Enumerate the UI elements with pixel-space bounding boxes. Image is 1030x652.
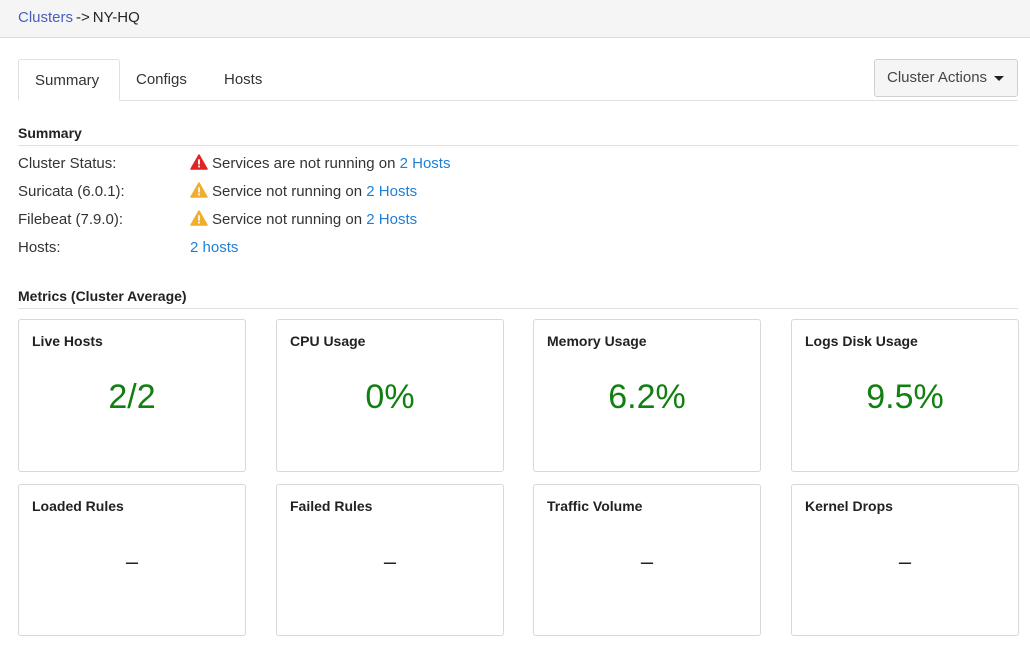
tab-summary[interactable]: Summary [18,59,120,101]
warning-triangle-icon [190,182,208,198]
tab-hosts[interactable]: Hosts [208,59,288,101]
metric-card-loaded-rules: Loaded Rules – [18,484,246,636]
metric-card-value: 9.5% [866,378,944,416]
suricata-hosts-link[interactable]: 2 Hosts [366,183,417,200]
metric-card-title: Loaded Rules [32,498,124,514]
summary-row-value: 2 hosts [190,238,238,258]
metric-card-title: Traffic Volume [547,498,643,514]
metric-card-title: Memory Usage [547,333,647,349]
breadcrumb-separator: -> [76,9,90,26]
status-text: Service not running on [212,211,367,228]
metric-card-memory-usage: Memory Usage 6.2% [533,319,761,472]
metric-card-title: Logs Disk Usage [805,333,918,349]
metric-card-value: 0% [365,378,415,416]
warning-triangle-icon [190,210,208,226]
metric-card-value: 6.2% [608,378,686,416]
filebeat-hosts-link[interactable]: 2 Hosts [366,211,417,228]
breadcrumb: Clusters -> NY-HQ [18,9,140,27]
metric-card-live-hosts: Live Hosts 2/2 [18,319,246,472]
summary-row-label: Suricata (6.0.1): [18,183,125,200]
summary-row-value: Service not running on 2 Hosts [190,210,417,230]
summary-row-label: Cluster Status: [18,155,117,172]
metric-card-logs-disk-usage: Logs Disk Usage 9.5% [791,319,1019,472]
caret-down-icon [994,76,1004,81]
metric-card-traffic-volume: Traffic Volume – [533,484,761,636]
cluster-actions-label: Cluster Actions [887,69,988,86]
summary-row-value: Service not running on 2 Hosts [190,182,417,202]
metric-card-title: Failed Rules [290,498,373,514]
metric-card-title: Kernel Drops [805,498,893,514]
tab-configs[interactable]: Configs [120,59,208,101]
metric-card-value: – [383,549,397,574]
tab-bar: Summary Configs Hosts [18,59,1018,101]
metric-card-value: – [125,549,139,574]
breadcrumb-clusters-link[interactable]: Clusters [18,9,73,26]
cluster-status-hosts-link[interactable]: 2 Hosts [400,155,451,172]
summary-row-label: Hosts: [18,239,61,256]
metric-card-title: CPU Usage [290,333,366,349]
status-text: Services are not running on [212,155,400,172]
status-text: Service not running on [212,183,367,200]
metrics-heading: Metrics (Cluster Average) [18,287,1018,309]
metric-card-value: 2/2 [108,378,156,416]
summary-heading: Summary [18,124,1018,146]
hosts-link[interactable]: 2 hosts [190,239,238,256]
metric-card-value: – [898,549,912,574]
metric-card-value: – [640,549,654,574]
summary-row-value: Services are not running on 2 Hosts [190,154,450,174]
breadcrumb-current: NY-HQ [92,9,140,26]
cluster-actions-button[interactable]: Cluster Actions [874,59,1018,97]
metric-card-title: Live Hosts [32,333,103,349]
metric-card-kernel-drops: Kernel Drops – [791,484,1019,636]
summary-row-label: Filebeat (7.9.0): [18,211,124,228]
error-triangle-icon [190,154,208,170]
metric-card-cpu-usage: CPU Usage 0% [276,319,504,472]
top-bar: Clusters -> NY-HQ [0,0,1030,38]
metric-card-failed-rules: Failed Rules – [276,484,504,636]
